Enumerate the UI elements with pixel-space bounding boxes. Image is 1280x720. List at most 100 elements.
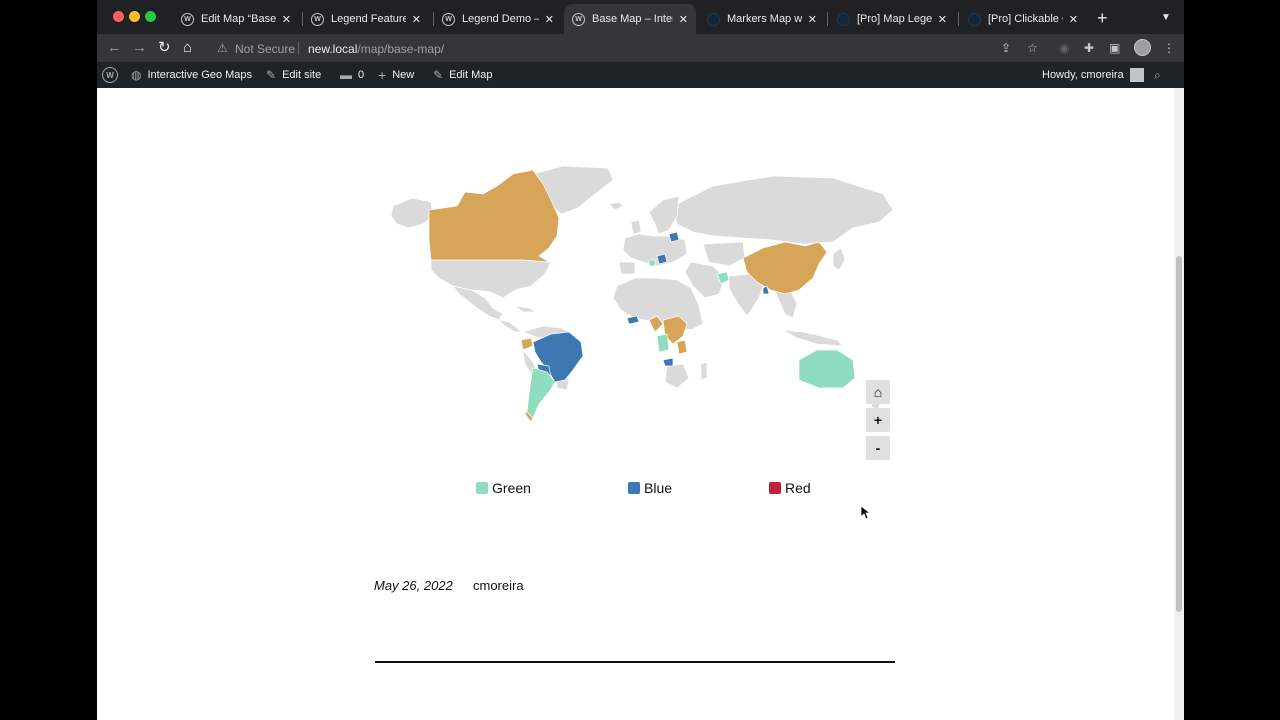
page-scrollbar[interactable] bbox=[1174, 88, 1184, 720]
zoom-in-label: + bbox=[873, 412, 883, 428]
zoom-in-button[interactable]: + bbox=[866, 408, 890, 432]
close-icon[interactable]: ✕ bbox=[545, 13, 554, 26]
region-uk bbox=[630, 219, 642, 235]
search-button[interactable]: ⌕ bbox=[1154, 62, 1167, 88]
tab-title: Legend Demo – In bbox=[462, 13, 539, 25]
scrollbar-thumb[interactable] bbox=[1176, 256, 1182, 612]
url-text[interactable]: new.local/map/base-map/ bbox=[308, 42, 444, 56]
site-favicon-icon bbox=[837, 12, 850, 26]
plus-icon: + bbox=[378, 67, 387, 83]
edit-map-label: Edit Map bbox=[449, 69, 493, 81]
extensions-icon[interactable]: ✚ bbox=[1084, 41, 1094, 55]
region-gulf-of-guinea bbox=[626, 315, 640, 325]
close-icon[interactable]: ✕ bbox=[412, 13, 421, 26]
close-icon[interactable]: ✕ bbox=[808, 13, 817, 26]
browser-window: W Edit Map “Base M ✕ W Legend Feature – … bbox=[97, 0, 1184, 720]
reload-icon[interactable]: ↻ bbox=[158, 39, 171, 57]
site-name: Interactive Geo Maps bbox=[147, 69, 253, 81]
tab-title: [Pro] Clickable C bbox=[988, 13, 1063, 25]
close-icon[interactable]: ✕ bbox=[679, 13, 688, 26]
share-icon[interactable]: ⇪ bbox=[1001, 41, 1011, 55]
zoom-out-button[interactable]: - bbox=[866, 436, 890, 460]
palette-icon: ◍ bbox=[131, 68, 142, 82]
tab-pro-map-legend[interactable]: [Pro] Map Legend ✕ bbox=[829, 4, 955, 34]
comments-link[interactable]: ▬ 0 bbox=[340, 62, 364, 88]
site-favicon-icon bbox=[707, 12, 720, 26]
region-indonesia bbox=[782, 329, 844, 347]
browser-toolbar: ← → ↻ ⌂ ⚠ Not Secure new.local/map/base-… bbox=[97, 34, 1184, 62]
region-balkans bbox=[656, 253, 668, 265]
wordpress-icon: W bbox=[311, 12, 324, 26]
region-belarus bbox=[668, 231, 680, 243]
tab-search-button[interactable]: ▼ bbox=[1161, 12, 1171, 23]
region-alaska bbox=[390, 197, 434, 229]
bookmark-star-icon[interactable]: ☆ bbox=[1027, 41, 1038, 55]
region-dr-congo bbox=[656, 333, 670, 353]
tab-edit-map[interactable]: W Edit Map “Base M ✕ bbox=[173, 4, 299, 34]
tab-base-map[interactable]: W Base Map – Intera ✕ bbox=[564, 4, 696, 34]
tab-legend-demo[interactable]: W Legend Demo – In ✕ bbox=[434, 4, 562, 34]
post-date: May 26, 2022 bbox=[374, 578, 453, 593]
home-icon[interactable]: ⌂ bbox=[183, 39, 192, 57]
tab-strip: W Edit Map “Base M ✕ W Legend Feature – … bbox=[97, 0, 1184, 34]
profile-avatar[interactable] bbox=[1134, 39, 1151, 56]
cast-icon[interactable]: ◉ bbox=[1059, 41, 1069, 55]
legend-item-green[interactable]: Green bbox=[476, 480, 531, 496]
legend-label: Red bbox=[785, 480, 811, 496]
legend-label: Green bbox=[492, 480, 531, 496]
separator bbox=[375, 661, 895, 663]
wordpress-icon: W bbox=[442, 12, 455, 26]
minimize-window-button[interactable] bbox=[129, 11, 140, 22]
tab-legend-feature[interactable]: W Legend Feature – ✕ bbox=[303, 4, 429, 34]
wp-admin-bar: W ◍ Interactive Geo Maps ✎ Edit site ▬ 0… bbox=[97, 62, 1184, 88]
warning-icon[interactable]: ⚠ bbox=[217, 41, 228, 55]
new-tab-button[interactable]: + bbox=[1097, 9, 1108, 27]
wordpress-icon: W bbox=[572, 12, 585, 26]
legend-item-blue[interactable]: Blue bbox=[628, 480, 672, 496]
wordpress-icon: W bbox=[181, 12, 194, 26]
red-swatch-icon bbox=[769, 482, 781, 494]
forward-icon[interactable]: → bbox=[132, 39, 147, 57]
tab-title: Edit Map “Base M bbox=[201, 13, 276, 25]
region-central-america bbox=[497, 319, 522, 333]
world-map-svg[interactable] bbox=[373, 165, 897, 432]
interactive-world-map[interactable] bbox=[373, 165, 897, 432]
maximize-window-button[interactable] bbox=[145, 11, 156, 22]
side-panel-icon[interactable]: ▣ bbox=[1109, 41, 1120, 55]
region-balkan-green bbox=[648, 259, 656, 267]
region-iberia bbox=[618, 261, 636, 275]
address-bar[interactable]: ⚠ Not Secure new.local/map/base-map/ bbox=[209, 37, 1159, 59]
back-icon[interactable]: ← bbox=[107, 39, 122, 57]
close-icon[interactable]: ✕ bbox=[282, 13, 291, 26]
zoom-out-label: - bbox=[875, 440, 881, 456]
brush-icon: ✎ bbox=[266, 68, 277, 82]
tab-markers-map[interactable]: Markers Map with ✕ bbox=[699, 4, 825, 34]
edit-map-link[interactable]: ✎ Edit Map bbox=[433, 62, 492, 88]
edit-site-link[interactable]: ✎ Edit site bbox=[266, 62, 321, 88]
close-window-button[interactable] bbox=[113, 11, 124, 22]
site-name-link[interactable]: ◍ Interactive Geo Maps bbox=[131, 62, 252, 88]
howdy-label: Howdy, cmoreira bbox=[1042, 69, 1124, 81]
avatar bbox=[1129, 68, 1144, 82]
legend-item-red[interactable]: Red bbox=[769, 480, 811, 496]
comment-icon: ▬ bbox=[340, 68, 352, 82]
tab-pro-clickable[interactable]: [Pro] Clickable C ✕ bbox=[960, 4, 1086, 34]
new-content-link[interactable]: + New bbox=[378, 62, 414, 88]
map-home-button[interactable]: ⌂ bbox=[866, 380, 890, 404]
wp-logo-button[interactable]: W bbox=[102, 62, 118, 88]
account-menu[interactable]: Howdy, cmoreira bbox=[1042, 62, 1144, 88]
region-caribbean bbox=[514, 305, 538, 313]
tab-title: Legend Feature – bbox=[331, 13, 406, 25]
region-ecuador bbox=[520, 337, 534, 351]
post-author[interactable]: cmoreira bbox=[473, 578, 524, 593]
region-mozambique bbox=[662, 357, 674, 367]
close-icon[interactable]: ✕ bbox=[1069, 13, 1078, 26]
pencil-icon: ✎ bbox=[433, 68, 444, 82]
more-menu-icon[interactable]: ⋮ bbox=[1163, 41, 1175, 55]
security-label[interactable]: Not Secure bbox=[235, 42, 295, 56]
region-madagascar bbox=[700, 361, 708, 381]
search-icon: ⌕ bbox=[1154, 67, 1161, 82]
tab-title: Base Map – Intera bbox=[592, 13, 673, 25]
close-icon[interactable]: ✕ bbox=[938, 13, 947, 26]
region-southern-africa bbox=[664, 363, 690, 389]
